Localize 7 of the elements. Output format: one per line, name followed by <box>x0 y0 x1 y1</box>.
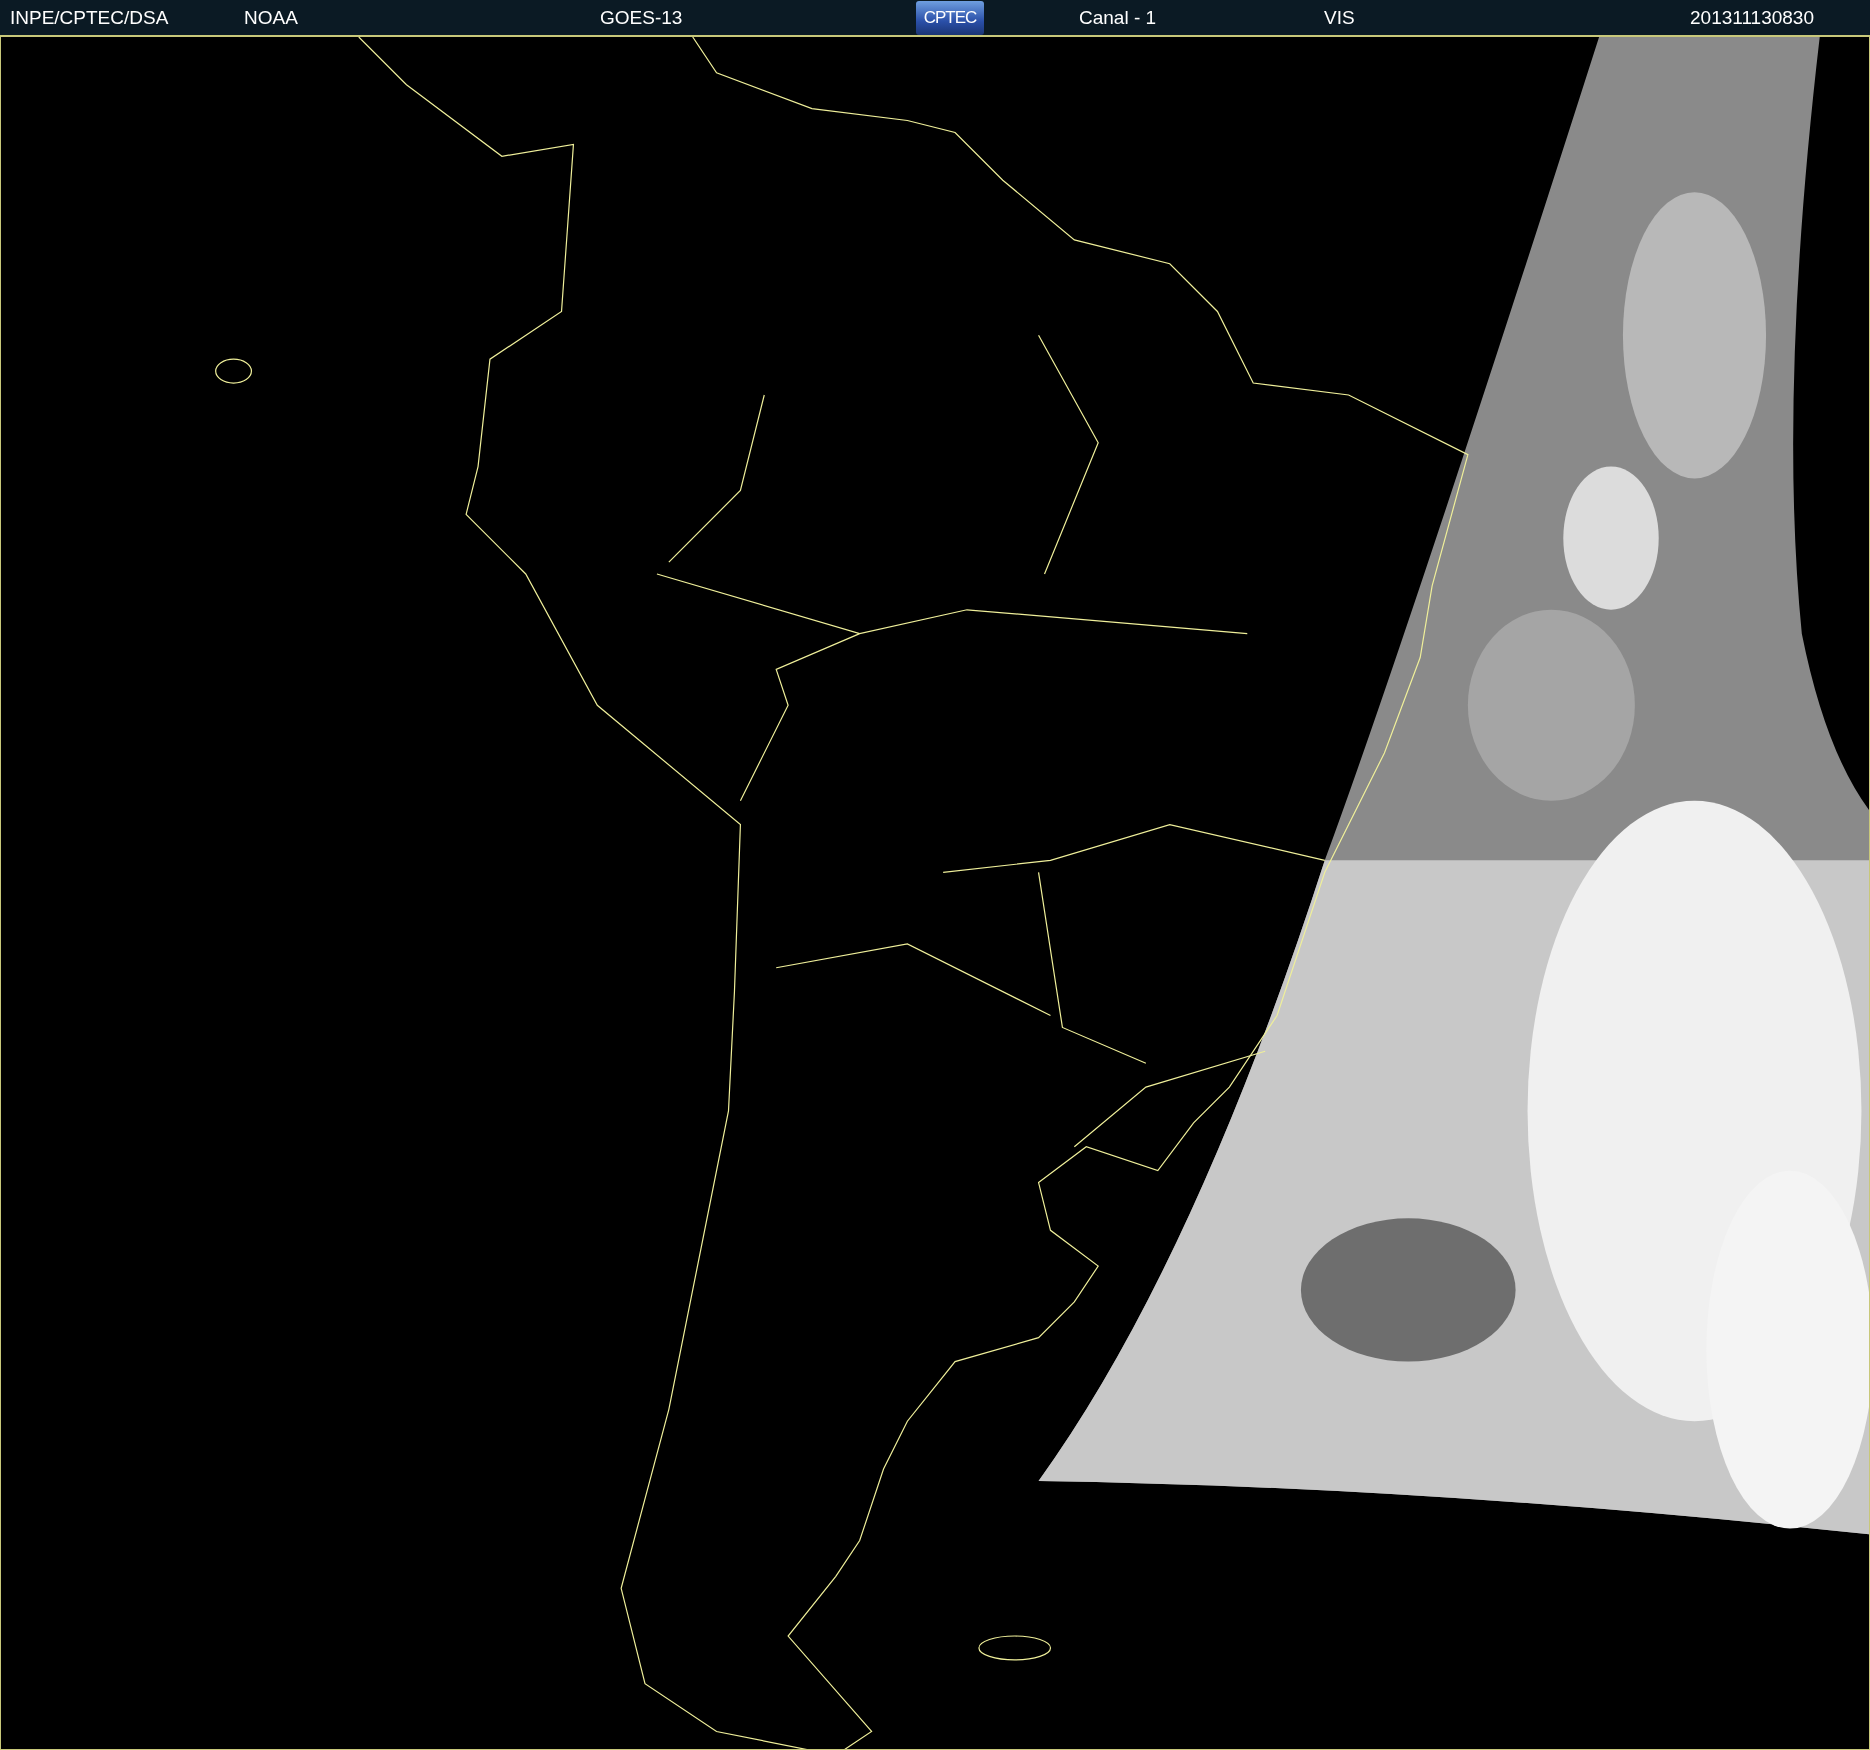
header-label: 201311130830 <box>1690 6 1815 29</box>
header-label: INPE/CPTEC/DSA <box>10 6 170 29</box>
header-label: GOES-13 <box>600 6 684 29</box>
cptec-logo: CPTEC <box>916 0 984 35</box>
header-label: VIS <box>1324 6 1356 29</box>
header-label: NOAA <box>244 6 299 29</box>
header-label: Canal - 1 <box>1079 6 1158 29</box>
